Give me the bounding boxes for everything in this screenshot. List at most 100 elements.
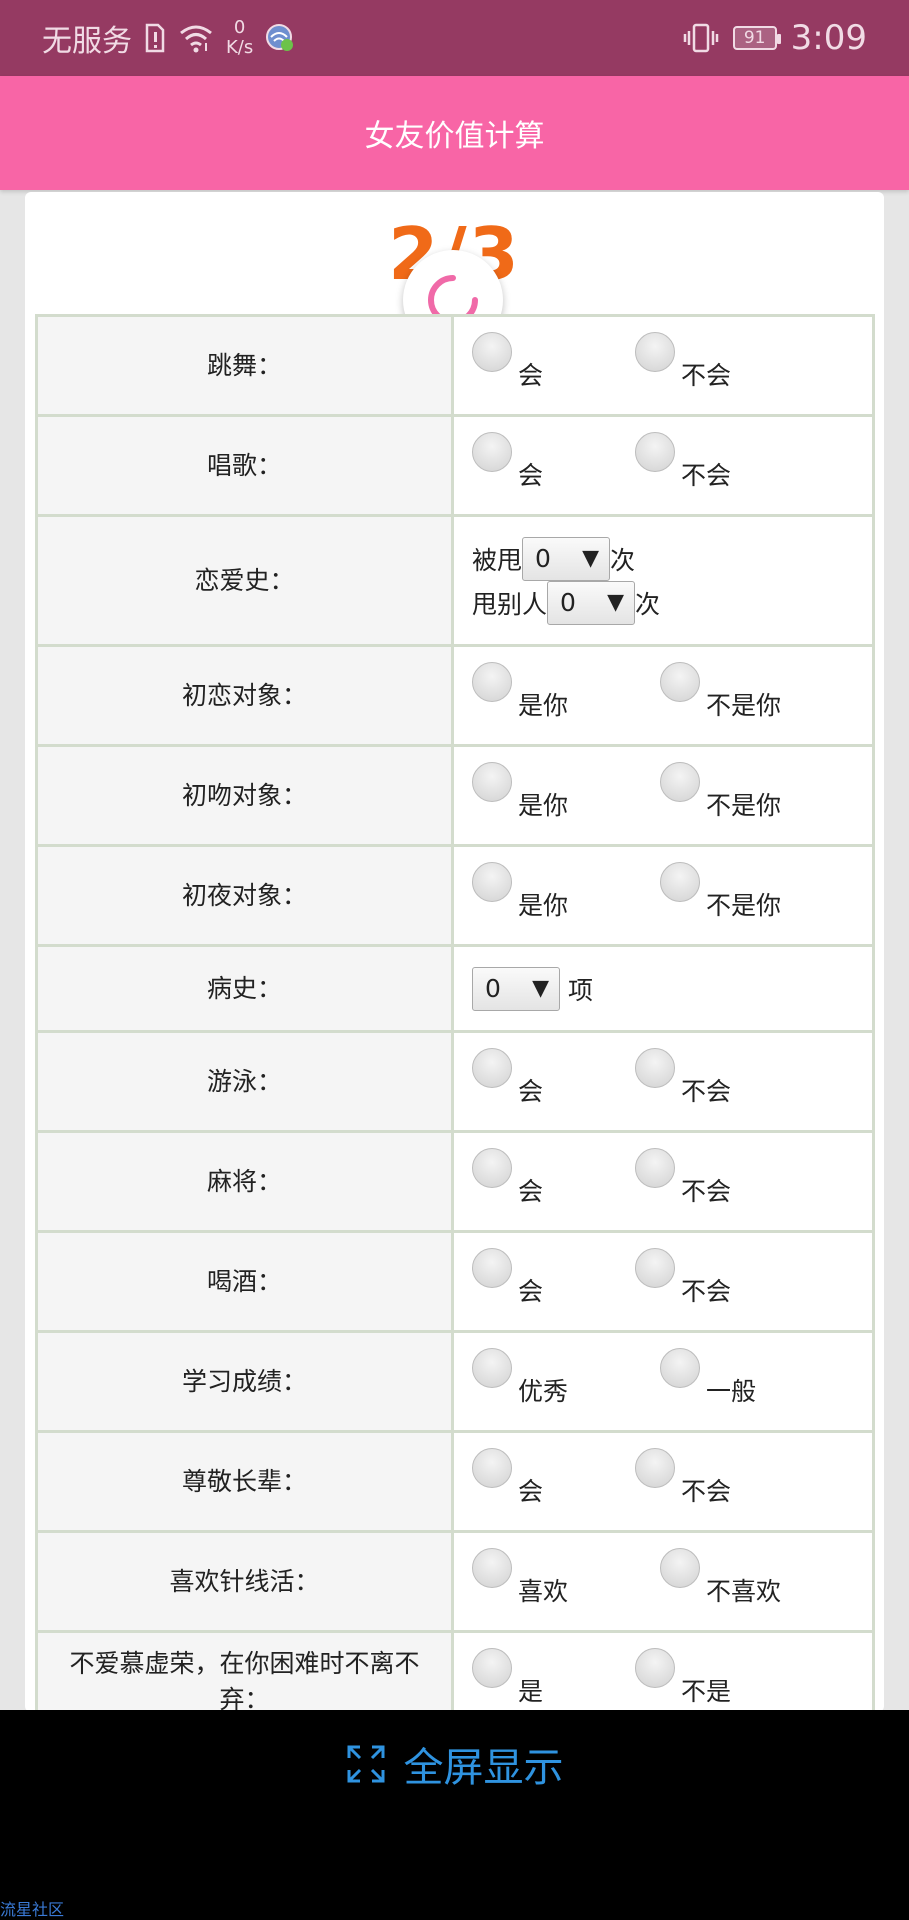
radio-option[interactable]: 是你 (472, 761, 660, 820)
radio-option[interactable]: 会 (472, 331, 635, 390)
radio-button[interactable] (660, 761, 700, 802)
radio-button[interactable] (472, 1347, 512, 1388)
radio-option[interactable]: 喜欢 (472, 1547, 660, 1606)
row-answer: 是你 不是你 (451, 744, 875, 847)
row-label: 尊敬长辈： (35, 1430, 454, 1533)
no-sim-icon (144, 23, 166, 53)
radio-option[interactable]: 会 (472, 431, 635, 490)
radio-button[interactable] (660, 1347, 700, 1388)
table-row: 初恋对象： 是你 不是你 (35, 644, 875, 747)
row-answer: 会 不会 (451, 1130, 875, 1233)
radio-button[interactable] (635, 1647, 675, 1688)
dumper-count-select[interactable]: 0 ▼ (547, 580, 636, 625)
radio-option[interactable]: 会 (472, 1247, 635, 1306)
radio-option[interactable]: 不是你 (660, 861, 781, 920)
page-title: 女友价值计算 (364, 119, 545, 154)
radio-option[interactable]: 不会 (635, 431, 731, 490)
row-answer: 被甩 0 ▼ 次 甩别人 0 ▼ 次 (451, 514, 875, 647)
dropdown-arrow-icon: ▼ (532, 976, 549, 1001)
table-row: 初吻对象： 是你 不是你 (35, 744, 875, 847)
radio-button[interactable] (472, 1647, 512, 1688)
radio-button[interactable] (635, 1147, 675, 1188)
radio-button[interactable] (635, 331, 675, 372)
row-answer: 会 不会 (451, 314, 875, 417)
radio-button[interactable] (472, 861, 512, 902)
app-notification-icon (265, 23, 295, 53)
radio-option[interactable]: 不会 (635, 331, 731, 390)
row-answer: 喜欢 不喜欢 (451, 1530, 875, 1633)
disease-count-select[interactable]: 0 ▼ (472, 966, 560, 1011)
row-label: 游泳： (35, 1030, 454, 1133)
row-label: 学习成绩： (35, 1330, 454, 1433)
radio-option[interactable]: 不会 (635, 1447, 731, 1506)
radio-button[interactable] (472, 1447, 512, 1488)
radio-button[interactable] (660, 1547, 700, 1588)
question-table: 跳舞： 会 不会 唱歌： 会 不会 恋爱史： 被甩 0 ▼ 次 甩别人 0 ▼ … (35, 314, 875, 1712)
radio-option[interactable]: 是你 (472, 861, 660, 920)
fullscreen-button[interactable]: 全屏显示 (0, 1736, 909, 1792)
radio-button[interactable] (472, 1247, 512, 1288)
radio-option[interactable]: 是 (472, 1647, 635, 1706)
table-row: 初夜对象： 是你 不是你 (35, 844, 875, 947)
table-row: 跳舞： 会 不会 (35, 314, 875, 417)
dropdown-arrow-icon: ▼ (607, 590, 625, 615)
row-answer: 是你 不是你 (451, 844, 875, 947)
app-header: 女友价值计算 (0, 76, 909, 190)
radio-option[interactable]: 不会 (635, 1147, 731, 1206)
radio-button[interactable] (472, 1547, 512, 1588)
radio-option[interactable]: 会 (472, 1047, 635, 1106)
radio-option[interactable]: 不是你 (660, 761, 781, 820)
radio-button[interactable] (635, 1447, 675, 1488)
dropdown-arrow-icon: ▼ (582, 546, 600, 571)
table-row: 病史： 0 ▼ 项 (35, 944, 875, 1033)
row-label: 唱歌： (35, 414, 454, 517)
radio-option[interactable]: 不会 (635, 1047, 731, 1106)
radio-option[interactable]: 不是 (635, 1647, 731, 1706)
status-bar: 无服务 0 K/s 91 3:09 (0, 0, 909, 76)
vibrate-icon (683, 23, 719, 53)
row-label: 病史： (35, 944, 454, 1033)
radio-button[interactable] (660, 861, 700, 902)
row-label: 初吻对象： (35, 744, 454, 847)
table-row: 麻将： 会 不会 (35, 1130, 875, 1233)
radio-button[interactable] (472, 761, 512, 802)
radio-option[interactable]: 一般 (660, 1347, 756, 1406)
net-speed: 0 K/s (226, 17, 254, 58)
row-answer: 是你 不是你 (451, 644, 875, 747)
radio-option[interactable]: 会 (472, 1447, 635, 1506)
row-answer: 会 不会 (451, 1230, 875, 1333)
fullscreen-label: 全屏显示 (403, 1745, 564, 1791)
expand-icon (347, 1745, 384, 1783)
bottom-bar: 全屏显示 流星社区 (0, 1710, 909, 1920)
radio-option[interactable]: 不会 (635, 1247, 731, 1306)
row-label: 初夜对象： (35, 844, 454, 947)
radio-option[interactable]: 不喜欢 (660, 1547, 781, 1606)
radio-button[interactable] (472, 331, 512, 372)
radio-option[interactable]: 优秀 (472, 1347, 660, 1406)
row-label: 麻将： (35, 1130, 454, 1233)
row-answer: 0 ▼ 项 (451, 944, 875, 1033)
radio-option[interactable]: 不是你 (660, 661, 781, 720)
row-label: 喜欢针线活： (35, 1530, 454, 1633)
wifi-icon (178, 23, 214, 53)
radio-option[interactable]: 会 (472, 1147, 635, 1206)
table-row: 恋爱史： 被甩 0 ▼ 次 甩别人 0 ▼ 次 (35, 514, 875, 647)
radio-button[interactable] (635, 431, 675, 472)
radio-button[interactable] (660, 661, 700, 702)
row-answer: 会 不会 (451, 1430, 875, 1533)
radio-button[interactable] (472, 1047, 512, 1088)
battery-icon: 91 (732, 26, 781, 50)
row-label: 跳舞： (35, 314, 454, 417)
row-label: 喝酒： (35, 1230, 454, 1333)
radio-button[interactable] (635, 1247, 675, 1288)
row-answer: 优秀 一般 (451, 1330, 875, 1433)
form-card: 2/3 跳舞： 会 不会 唱歌： 会 不会 (25, 192, 884, 1712)
watermark: 流星社区 (0, 1900, 65, 1919)
dumped-count-select[interactable]: 0 ▼ (522, 536, 611, 581)
radio-button[interactable] (472, 661, 512, 702)
radio-button[interactable] (472, 431, 512, 472)
table-row: 游泳： 会 不会 (35, 1030, 875, 1133)
radio-button[interactable] (635, 1047, 675, 1088)
radio-option[interactable]: 是你 (472, 661, 660, 720)
radio-button[interactable] (472, 1147, 512, 1188)
